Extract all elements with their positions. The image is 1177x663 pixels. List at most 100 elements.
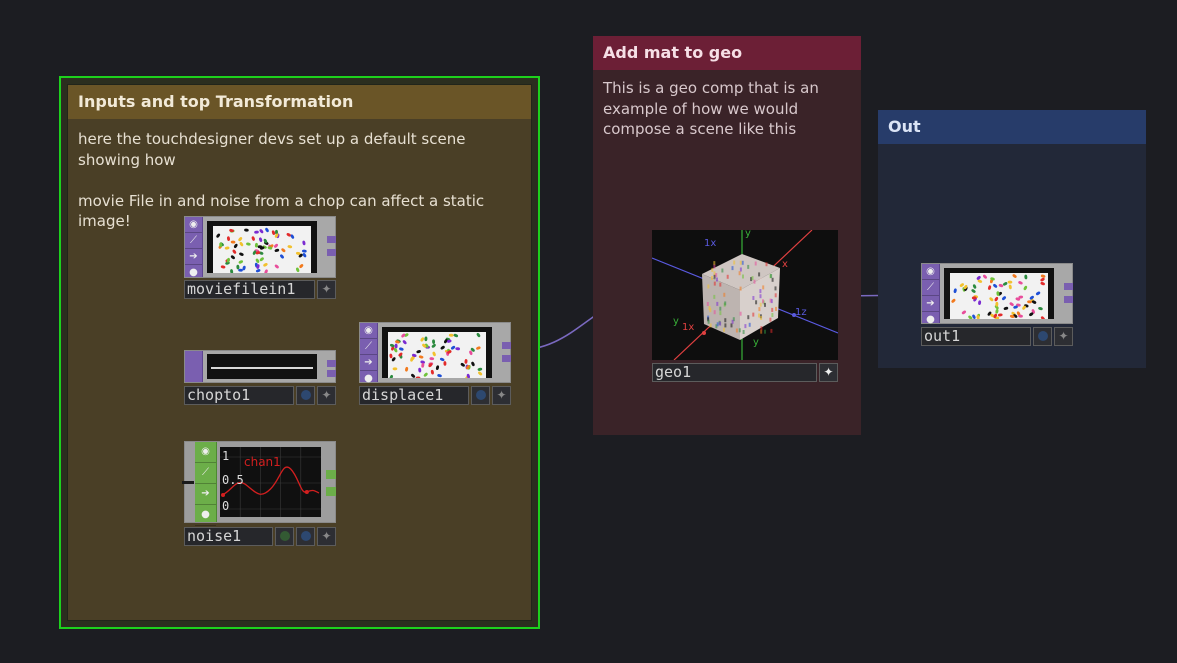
- bypass-icon[interactable]: ➔: [922, 296, 939, 312]
- geo1-name[interactable]: geo1: [652, 363, 817, 382]
- geo1-axis-label-y-left: y: [673, 316, 679, 327]
- displace1-tile[interactable]: ◉ ⟋ ➔ ●: [359, 322, 511, 387]
- noise1-name[interactable]: noise1: [184, 527, 273, 546]
- displace1-node[interactable]: ◉ ⟋ ➔ ● displace1 ✦: [359, 322, 511, 406]
- cook-icon[interactable]: ⟋: [922, 280, 939, 296]
- cube-texture-speck: [733, 260, 736, 265]
- cube-texture-speck: [770, 299, 773, 304]
- moviefilein1-side-buttons[interactable]: ◉ ⟋ ➔ ●: [185, 217, 203, 281]
- chopto1-side-buttons[interactable]: [185, 351, 203, 382]
- chopto1-name[interactable]: chopto1: [184, 386, 294, 405]
- bypass-icon[interactable]: ➔: [195, 484, 216, 505]
- noise1-side-buttons[interactable]: ◉ ⟋ ➔ ●: [195, 442, 217, 526]
- displace1-side-buttons[interactable]: ◉ ⟋ ➔ ●: [360, 323, 378, 387]
- cube-texture-speck: [719, 321, 722, 326]
- render-flag-icon[interactable]: [275, 527, 294, 546]
- moviefilein1-output-connector-2[interactable]: [327, 249, 336, 256]
- cook-icon[interactable]: ⟋: [185, 233, 202, 249]
- lock-icon[interactable]: ●: [195, 505, 216, 526]
- displace1-viewer[interactable]: [382, 327, 492, 378]
- cube-texture-speck: [753, 279, 756, 284]
- cube-texture-speck: [713, 281, 716, 286]
- geo1-viewer[interactable]: y x 1x y 1z y 1x: [652, 230, 838, 360]
- viewer-toggle-icon[interactable]: ◉: [195, 442, 216, 463]
- cube-texture-speck: [759, 302, 762, 307]
- moviefilein1-output-connector[interactable]: [327, 236, 336, 243]
- noise1-viewer[interactable]: chan1 1 0.5 0: [220, 447, 321, 517]
- lock-icon[interactable]: ●: [185, 265, 202, 281]
- clone-icon[interactable]: ✦: [492, 386, 511, 405]
- cube-texture-speck: [741, 260, 744, 265]
- display-flag-icon[interactable]: [1033, 327, 1052, 346]
- cube-texture-speck: [713, 264, 716, 269]
- chopto1-output-connector[interactable]: [327, 360, 336, 367]
- cube-texture-speck: [770, 274, 773, 278]
- display-flag-icon[interactable]: [296, 527, 315, 546]
- chopto1-output-connector-2[interactable]: [327, 370, 336, 377]
- lock-icon[interactable]: ●: [360, 371, 377, 387]
- cube-texture-speck: [758, 307, 761, 312]
- cook-icon[interactable]: ⟋: [360, 339, 377, 355]
- clone-icon[interactable]: ✦: [1054, 327, 1073, 346]
- out1-output-connector-2[interactable]: [1064, 296, 1073, 303]
- geo1-axis-label-y-top: y: [745, 230, 751, 239]
- noise1-output-connector[interactable]: [326, 470, 336, 479]
- moviefilein1-node[interactable]: ◉ ⟋ ➔ ● moviefilein1 ✦: [184, 216, 336, 301]
- out1-output-connector[interactable]: [1064, 283, 1073, 290]
- cube-texture-speck: [724, 301, 727, 306]
- cube-texture-speck: [758, 272, 761, 277]
- clone-icon[interactable]: ✦: [317, 527, 336, 546]
- chopto1-node[interactable]: chopto1 ✦: [184, 350, 336, 406]
- geo1-node[interactable]: y x 1x y 1z y 1x geo1 ✦: [652, 230, 838, 383]
- viewer-toggle-icon[interactable]: ◉: [185, 217, 202, 233]
- viewer-toggle-icon[interactable]: ◉: [360, 323, 377, 339]
- cube-texture-speck: [770, 328, 773, 333]
- cube-texture-speck: [764, 329, 766, 334]
- noise1-channel-label: chan1: [244, 455, 281, 469]
- clone-icon[interactable]: ✦: [819, 363, 838, 382]
- moviefilein1-tile[interactable]: ◉ ⟋ ➔ ●: [184, 216, 336, 281]
- cube-texture-speck: [739, 267, 742, 272]
- noise1-tile[interactable]: ◉ ⟋ ➔ ● chan1 1 0.5 0: [184, 441, 336, 526]
- cube-texture-speck: [719, 311, 722, 316]
- chopto1-tile[interactable]: [184, 350, 336, 383]
- cube-texture-speck: [709, 323, 712, 328]
- chopto1-viewer[interactable]: [207, 354, 317, 379]
- viewer-toggle-icon[interactable]: ◉: [922, 264, 939, 280]
- out1-side-buttons[interactable]: ◉ ⟋ ➔ ●: [922, 264, 940, 328]
- cube-texture-speck: [721, 268, 724, 273]
- cube-texture-speck: [716, 322, 719, 327]
- clone-icon[interactable]: ✦: [317, 386, 336, 405]
- moviefilein1-name[interactable]: moviefilein1: [184, 280, 315, 299]
- mat-box-title: Add mat to geo: [593, 36, 861, 70]
- cube-texture-speck: [724, 318, 727, 323]
- bypass-icon[interactable]: ➔: [360, 355, 377, 371]
- out1-viewer[interactable]: [944, 268, 1054, 319]
- moviefilein1-viewer[interactable]: [207, 221, 317, 273]
- display-flag-icon[interactable]: [296, 386, 315, 405]
- cube-texture-speck: [760, 316, 763, 320]
- cube-texture-speck: [758, 313, 760, 318]
- cube-texture-speck: [759, 289, 762, 294]
- display-flag-icon[interactable]: [471, 386, 490, 405]
- displace1-output-connector-2[interactable]: [502, 355, 511, 362]
- clone-icon[interactable]: ✦: [317, 280, 336, 299]
- out1-tile[interactable]: ◉ ⟋ ➔ ●: [921, 263, 1073, 328]
- mat-box-text: This is a geo comp that is an example of…: [603, 79, 824, 138]
- cube-texture-speck: [713, 310, 716, 315]
- out1-name[interactable]: out1: [921, 327, 1031, 346]
- displace1-output-connector[interactable]: [502, 342, 511, 349]
- noise1-output-connector-2[interactable]: [326, 487, 336, 496]
- cube-texture-speck: [742, 274, 744, 279]
- cook-icon[interactable]: ⟋: [195, 463, 216, 484]
- bypass-icon[interactable]: ➔: [185, 249, 202, 265]
- lock-icon[interactable]: ●: [922, 312, 939, 328]
- cube-texture-speck: [751, 276, 754, 281]
- out1-node[interactable]: ◉ ⟋ ➔ ● out1 ✦: [921, 263, 1073, 347]
- cube-texture-speck: [774, 286, 777, 291]
- geo1-axis-label-1x-left: 1x: [682, 322, 695, 333]
- cube-texture-speck: [735, 328, 738, 333]
- cube-texture-speck: [764, 302, 766, 307]
- displace1-name[interactable]: displace1: [359, 386, 469, 405]
- noise1-node[interactable]: ◉ ⟋ ➔ ● chan1 1 0.5 0 noise1 ✦: [182, 441, 336, 546]
